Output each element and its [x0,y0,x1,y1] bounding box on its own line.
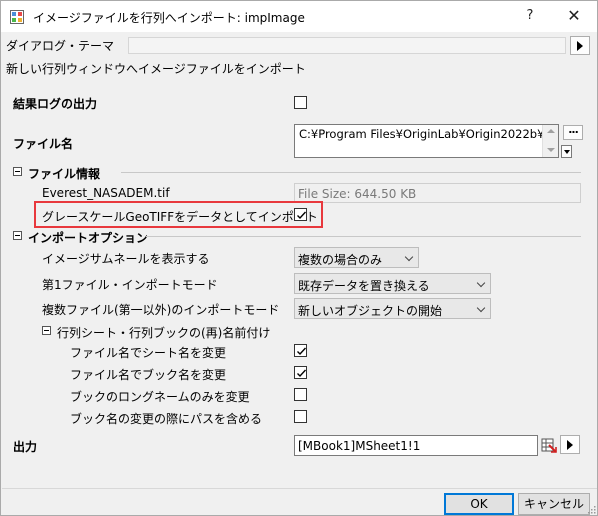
output-menu-button[interactable] [560,435,580,454]
output-label: 出力 [13,440,38,454]
file-info-section: ファイル情報 [13,165,313,181]
section-divider [146,236,581,237]
rename-sheet-checkbox[interactable] [294,344,307,357]
geotiff-checkbox[interactable] [294,208,307,221]
help-button[interactable]: ? [520,8,540,23]
rename-book-checkbox[interactable] [294,366,307,379]
chevron-down-icon [476,278,486,288]
filename-scrollbar[interactable] [542,125,558,157]
rename-book-label: ファイル名でブック名を変更 [70,368,227,382]
file-info-header: ファイル情報 [28,167,101,181]
first-mode-label: 第1ファイル・インポートモード [42,278,218,292]
geotiff-label: グレースケールGeoTIFFをデータとしてインポート [42,210,318,224]
collapse-toggle-icon[interactable] [42,326,51,335]
theme-label: ダイアログ・テーマ [6,39,115,53]
output-value: [MBook1]MSheet1!1 [298,439,421,453]
import-image-dialog: イメージファイルを行列へインポート: impImage ? ✕ ダイアログ・テー… [0,0,598,516]
file-info-filename: Everest_NASADEM.tif [42,186,170,200]
longname-only-label: ブックのロングネームのみを変更 [70,390,250,404]
theme-input[interactable] [128,37,566,54]
chevron-down-icon [404,252,414,262]
import-options-header: インポートオプション [28,231,149,245]
window-title: イメージファイルを行列へインポート: impImage [33,11,305,25]
output-log-checkbox[interactable] [294,96,307,109]
filename-input[interactable]: C:¥Program Files¥OriginLab¥Origin2022b¥S [294,124,559,158]
play-icon [577,41,583,51]
scroll-up-icon[interactable] [547,129,555,133]
import-options-section: インポートオプション [13,229,313,245]
footer-divider [2,488,597,489]
filename-label: ファイル名 [13,137,74,151]
rename-section: 行列シート・行列ブックの(再)名前付け [42,324,302,340]
rename-sheet-label: ファイル名でシート名を変更 [70,346,227,360]
browse-button[interactable]: ... [563,124,583,140]
check-icon [297,211,307,220]
output-log-label: 結果ログの出力 [13,97,98,111]
ok-button[interactable]: OK [444,493,514,515]
collapse-toggle-icon[interactable] [13,167,22,176]
check-icon [297,347,307,356]
rename-header: 行列シート・行列ブックの(再)名前付け [57,326,271,340]
filename-value: C:¥Program Files¥OriginLab¥Origin2022b¥S [299,127,552,141]
theme-menu-button[interactable] [570,36,590,55]
close-button[interactable]: ✕ [564,6,584,25]
include-path-checkbox[interactable] [294,410,307,423]
scroll-down-icon[interactable] [547,148,555,152]
title-bar: イメージファイルを行列へインポート: impImage ? ✕ [1,1,597,32]
include-path-label: ブック名の変更の際にパスを含める [70,412,263,426]
chevron-down-icon [476,303,486,313]
thumbnail-label: イメージサムネールを表示する [42,252,210,266]
multi-mode-dropdown[interactable]: 新しいオブジェクトの開始 [294,298,491,319]
multi-mode-label: 複数ファイル(第一以外)のインポートモード [42,303,280,317]
filename-history-dropdown[interactable] [561,145,572,158]
resize-grip-icon[interactable] [587,505,596,514]
play-icon [567,440,573,450]
collapse-toggle-icon[interactable] [13,231,22,240]
first-mode-dropdown[interactable]: 既存データを置き換える [294,273,491,294]
file-size-field: File Size: 644.50 KB [294,183,581,203]
dialog-description: 新しい行列ウィンドウへイメージファイルをインポート [6,62,306,76]
thumbnail-dropdown[interactable]: 複数の場合のみ [294,247,419,268]
check-icon [297,369,307,378]
longname-only-checkbox[interactable] [294,388,307,401]
app-icon [10,10,24,24]
output-input[interactable]: [MBook1]MSheet1!1 [294,435,538,456]
select-range-icon[interactable] [540,436,558,455]
section-divider [121,172,581,173]
cancel-button[interactable]: キャンセル [518,493,590,515]
